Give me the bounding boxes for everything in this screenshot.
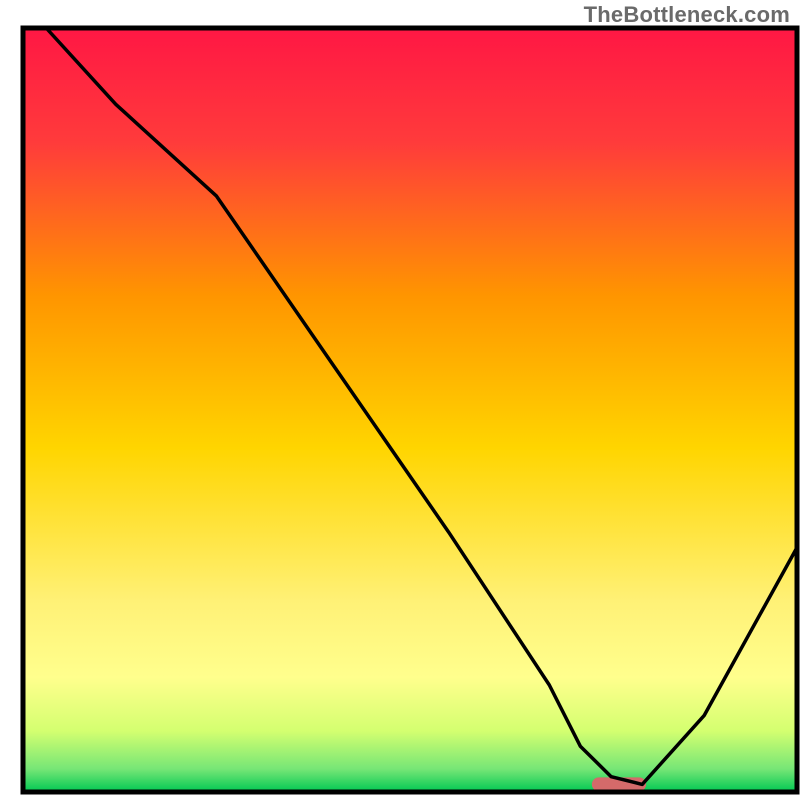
watermark-text: TheBottleneck.com <box>584 2 790 28</box>
gradient-background <box>23 28 797 792</box>
chart-container: TheBottleneck.com <box>0 0 800 800</box>
plot-area <box>23 28 797 792</box>
bottleneck-chart <box>0 0 800 800</box>
